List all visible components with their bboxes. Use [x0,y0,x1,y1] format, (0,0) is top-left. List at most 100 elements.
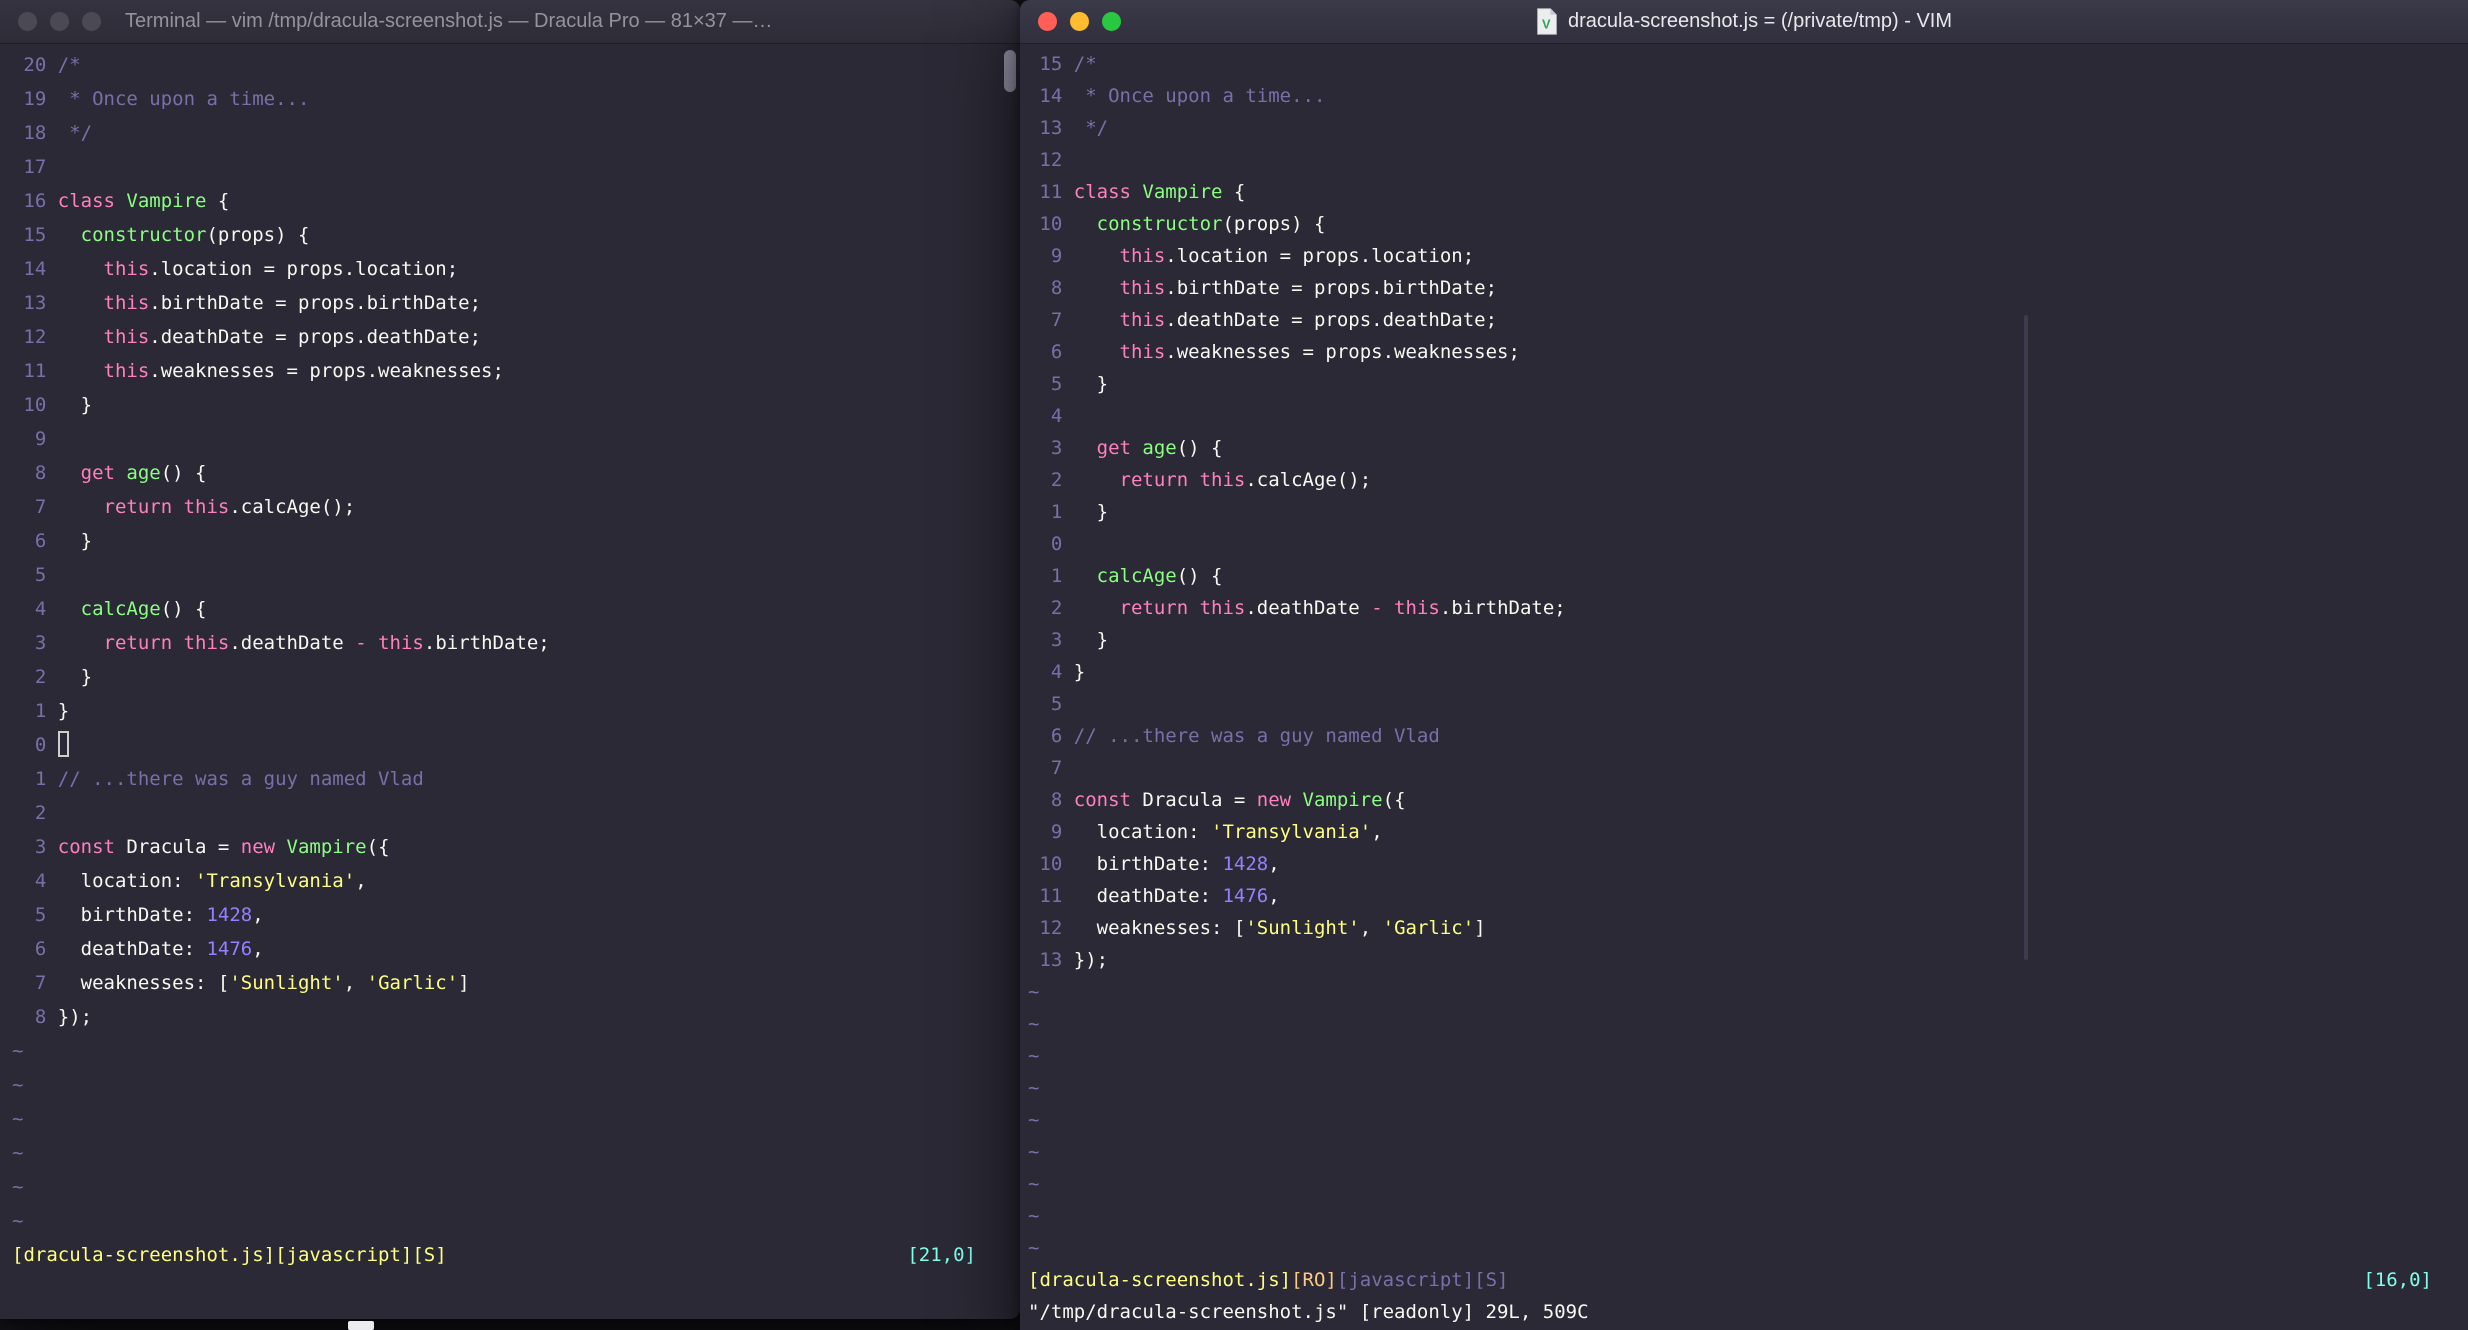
line-number: 6 [34,530,47,552]
code-line: 14 this.location = props.location; [0,252,1020,286]
token: 'Transylvania' [195,870,356,892]
line-number: 6 [34,938,47,960]
token: , [252,904,264,926]
token: location: [57,870,196,892]
macvim-titlebar[interactable]: V dracula-screenshot.js = (/private/tmp)… [1020,0,2468,44]
token: get [80,462,127,484]
code-line: 15 /* [1020,48,2468,80]
code-line: 2 return this.deathDate - this.birthDate… [1020,592,2468,624]
code-line: 15 constructor(props) { [0,218,1020,252]
line-number: 7 [1050,757,1063,779]
code-line: 13}); [1020,944,2468,976]
tilde-line: ~ [1028,981,1040,1003]
token: .birthDate = props.birthDate; [149,292,482,314]
token: * Once upon a time... [1073,85,1326,107]
token: location: [1073,821,1212,843]
token: } [57,394,93,416]
vim-buffer[interactable]: 15/* 14 * Once upon a time... 13 */12 11 cla… [1020,44,2468,1330]
token: get [1096,437,1143,459]
terminal-titlebar[interactable]: Terminal — vim /tmp/dracula-screenshot.j… [0,0,1020,44]
token: birthDate: [1073,853,1223,875]
token: deathDate: [1073,885,1223,907]
code-line: 0 [1020,528,2468,560]
code-text: } [1074,373,1108,395]
line-number: 5 [1050,373,1063,395]
code-line: 8 get age() { [0,456,1020,490]
line-number: 3 [1050,629,1063,651]
line-number: 11 [1039,181,1063,203]
token: { [1222,181,1246,203]
code-text: location: 'Transylvania', [58,870,367,892]
token: .deathDate = props.deathDate; [1165,309,1498,331]
code-line: 11 deathDate: 1476, [1020,880,2468,912]
code-text: /* [1074,53,1097,75]
vim-buffer[interactable]: 20/* 19 * Once upon a time... 18 */17 16 cla… [0,44,1020,1319]
zoom-button[interactable] [82,12,101,31]
token: } [1073,373,1109,395]
code-line: 2 } [0,660,1020,694]
token: } [57,700,70,722]
token: , [1268,885,1280,907]
code-line: 11 this.weaknesses = props.weaknesses; [0,354,1020,388]
close-button[interactable] [1038,12,1057,31]
code-text: // ...there was a guy named Vlad [1074,725,1440,747]
tilde-line: ~ [12,1176,24,1198]
token: - [355,632,367,654]
code-text: class Vampire { [1074,181,1246,203]
token: Dracula = [1142,789,1257,811]
token: weaknesses: [ [1073,917,1246,939]
token: } [57,666,93,688]
token: , [1268,853,1280,875]
token: /* [1073,53,1097,75]
token: age [1142,437,1177,459]
token: Dracula = [126,836,241,858]
token: } [57,530,93,552]
token: .calcAge(); [1245,469,1372,491]
code-line: 4} [1020,656,2468,688]
code-text: } [1074,661,1085,683]
code-text: class Vampire { [58,190,230,212]
line-number: 17 [23,156,47,178]
token: */ [57,122,93,144]
line-number: 6 [1050,341,1063,363]
line-number: 4 [34,598,47,620]
code-text: this.weaknesses = props.weaknesses; [1074,341,1520,363]
scrollbar-thumb[interactable] [2024,315,2028,960]
token: , [343,972,367,994]
code-text: }); [58,1006,92,1028]
token: }); [1073,949,1109,971]
code-line: 5 } [1020,368,2468,400]
token: birthDate: [57,904,207,926]
scrollbar-thumb[interactable] [1004,50,1016,92]
line-number: 1 [34,768,47,790]
code-line: 6 // ...there was a guy named Vlad [1020,720,2468,752]
code-line: 4 calcAge() { [0,592,1020,626]
line-number: 8 [1050,277,1063,299]
code-text: this.birthDate = props.birthDate; [58,292,482,314]
close-button[interactable] [18,12,37,31]
code-line: 11 class Vampire { [1020,176,2468,208]
line-number: 5 [34,564,47,586]
code-line: 8 const Dracula = new Vampire({ [1020,784,2468,816]
vim-command-line: "/tmp/dracula-screenshot.js" [readonly] … [1028,1301,1589,1323]
code-line: 6 deathDate: 1476, [0,932,1020,966]
minimize-button[interactable] [50,12,69,31]
zoom-button[interactable] [1102,12,1121,31]
token: const [1073,789,1143,811]
code-line: 3 get age() { [1020,432,2468,464]
code-line: 13 */ [1020,112,2468,144]
token: ] [458,972,470,994]
token: Vampire [1302,789,1383,811]
token: } [1073,629,1109,651]
token: .location = props.location; [149,258,459,280]
minimize-button[interactable] [1070,12,1089,31]
token: 1428 [1222,853,1269,875]
token: constructor [80,224,207,246]
tilde-line: ~ [1028,1045,1040,1067]
line-number: 8 [1050,789,1063,811]
